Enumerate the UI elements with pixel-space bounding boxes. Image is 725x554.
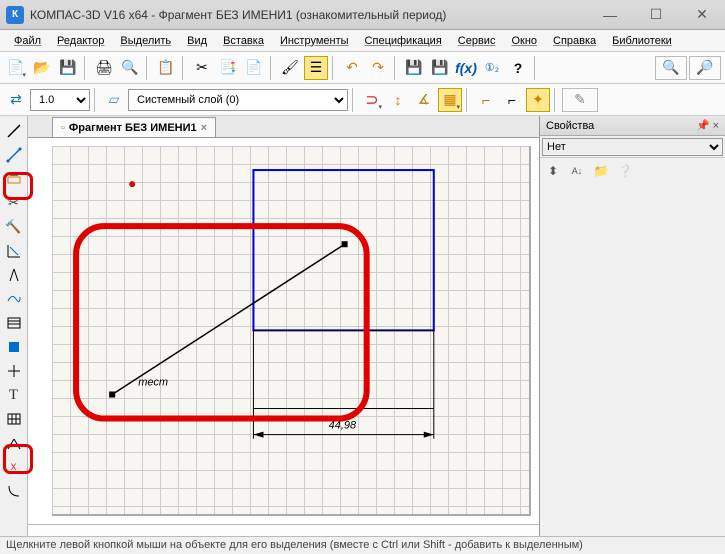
drawing-text: тест [138, 376, 168, 388]
minimize-button[interactable]: — [587, 0, 633, 30]
snap-angle-button[interactable]: ∡ [412, 88, 436, 112]
menu-service[interactable]: Сервис [450, 33, 504, 49]
cursor-coord[interactable]: X [3, 456, 25, 478]
close-button[interactable]: ✕ [679, 0, 725, 30]
coord-button[interactable]: ⌐ [474, 88, 498, 112]
spline-tool[interactable] [3, 288, 25, 310]
menu-view[interactable]: Вид [179, 33, 215, 49]
menu-editor[interactable]: Редактор [49, 33, 112, 49]
layer-select[interactable]: Системный слой (0) [128, 89, 348, 111]
layers-icon[interactable]: ▱ [102, 88, 126, 112]
curve-tool[interactable] [3, 480, 25, 502]
open-button[interactable]: 📂 [30, 56, 54, 80]
zoom-out-button[interactable]: 🔎 [689, 56, 721, 80]
status-text: Щелкните левой кнопкой мыши на объекте д… [6, 539, 583, 551]
menu-help[interactable]: Справка [545, 33, 604, 49]
tab-doc-icon: ▫ [61, 122, 65, 134]
props-title: Свойства [546, 120, 594, 132]
snap-ortho-button[interactable]: ↕ [386, 88, 410, 112]
undo-button[interactable]: ↶ [340, 56, 364, 80]
hammer-tool[interactable]: 🔨 [3, 216, 25, 238]
menu-libs[interactable]: Библиотеки [604, 33, 680, 49]
grid-tool[interactable] [3, 408, 25, 430]
paste-button[interactable]: 📄 [242, 56, 266, 80]
props-sort-icon[interactable]: ⬍ [544, 162, 562, 180]
fx-button[interactable]: f(x) [454, 56, 478, 80]
props-folder-icon[interactable]: 📁 [592, 162, 610, 180]
props-filter-select[interactable]: Нет [542, 138, 723, 156]
new-button[interactable]: 📄 [4, 56, 28, 80]
maximize-button[interactable]: ☐ [633, 0, 679, 30]
line-tool[interactable] [3, 120, 25, 142]
window-title: КОМПАС-3D V16 x64 - Фрагмент БЕЗ ИМЕНИ1 … [30, 8, 587, 22]
save-disk1[interactable]: 💾 [402, 56, 426, 80]
app-icon: К [6, 6, 24, 24]
menu-window[interactable]: Окно [503, 33, 545, 49]
tab-close-button[interactable]: × [201, 122, 207, 134]
scissors-tool[interactable]: ✂ [3, 192, 25, 214]
doc-button[interactable]: 📋 [154, 56, 178, 80]
zoom-in-button[interactable]: 🔍 [655, 56, 687, 80]
menu-insert[interactable]: Вставка [215, 33, 272, 49]
tab-label: Фрагмент БЕЗ ИМЕНИ1 [69, 122, 197, 134]
block-tool[interactable] [3, 336, 25, 358]
ruler-tool[interactable] [3, 240, 25, 262]
print-button[interactable]: 🖨 [92, 56, 116, 80]
brush-button[interactable]: 🖌 [278, 56, 302, 80]
step-button[interactable]: ⌐ [500, 88, 524, 112]
linestyle-button[interactable]: ⇄ [4, 88, 28, 112]
help-button[interactable]: ? [506, 56, 530, 80]
properties-button[interactable]: ☰ [304, 56, 328, 80]
move-tool[interactable] [3, 432, 25, 454]
compass-tool[interactable] [3, 264, 25, 286]
connector-tool[interactable] [3, 144, 25, 166]
table-tool[interactable] [3, 312, 25, 334]
point-tool[interactable] [3, 360, 25, 382]
dimension-tool[interactable] [3, 168, 25, 190]
grid-button[interactable]: ▦ [438, 88, 462, 112]
menu-select[interactable]: Выделить [112, 33, 179, 49]
snap-magnet-button[interactable]: ⊃ [360, 88, 384, 112]
menu-tools[interactable]: Инструменты [272, 33, 357, 49]
document-tab[interactable]: ▫ Фрагмент БЕЗ ИМЕНИ1 × [52, 117, 216, 137]
sparkle-button[interactable]: ✦ [526, 88, 550, 112]
text-tool[interactable]: T [3, 384, 25, 406]
cut-button[interactable]: ✂ [190, 56, 214, 80]
props-az-icon[interactable]: A↓ [568, 162, 586, 180]
drawing-canvas[interactable]: 44,98 тест [28, 138, 539, 524]
menu-spec[interactable]: Спецификация [357, 33, 450, 49]
props-info-icon[interactable]: ❔ [616, 162, 634, 180]
props-close-button[interactable]: × [713, 120, 719, 132]
num1-button[interactable]: ①₂ [480, 56, 504, 80]
menu-file[interactable]: Файл [6, 33, 49, 49]
pen-button[interactable]: ✎ [562, 88, 598, 112]
line-width-select[interactable]: 1.0 [30, 89, 90, 111]
props-pin-button[interactable]: 📌 [696, 120, 710, 132]
preview-button[interactable]: 🔍 [118, 56, 142, 80]
redo-button[interactable]: ↷ [366, 56, 390, 80]
copy-button[interactable]: 📑 [216, 56, 240, 80]
save-disk2[interactable]: 💾 [428, 56, 452, 80]
save-button[interactable]: 💾 [56, 56, 80, 80]
